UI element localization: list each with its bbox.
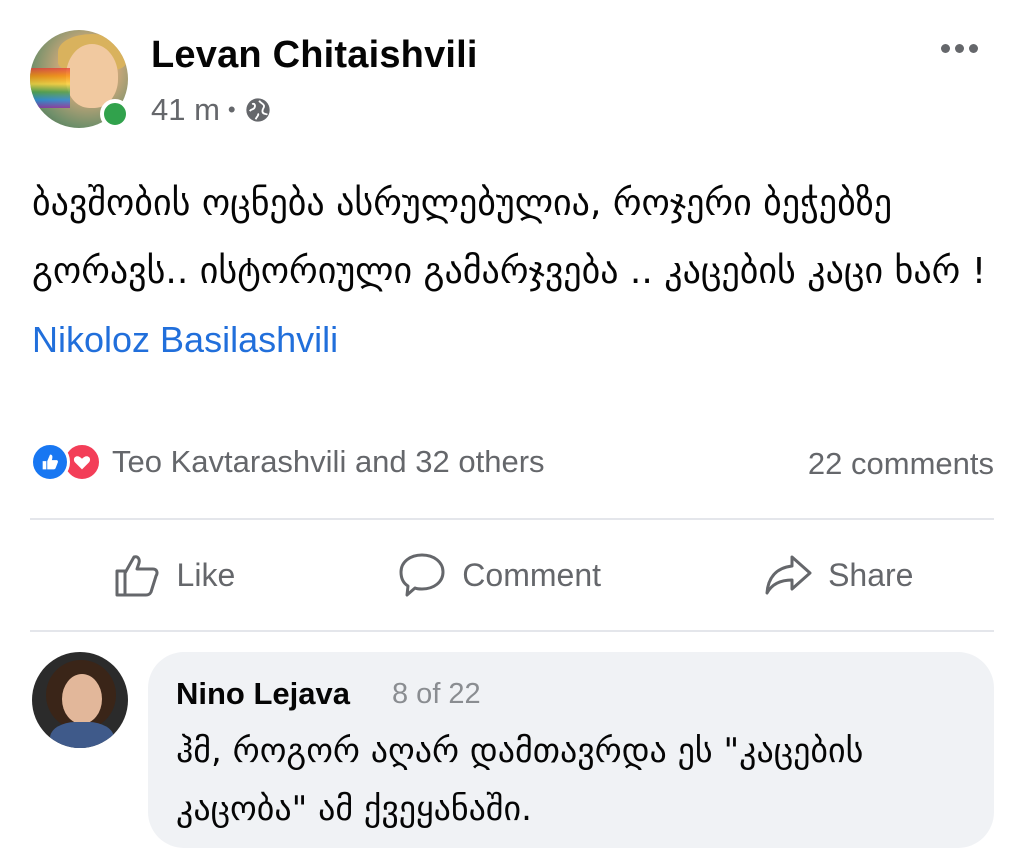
post-time[interactable]: 41 m xyxy=(151,92,220,128)
comment-bubble-icon xyxy=(399,553,445,597)
like-button[interactable]: Like xyxy=(111,549,236,601)
comment-index: 8 of 22 xyxy=(392,678,481,710)
commenter-avatar[interactable] xyxy=(32,652,128,748)
post-meta: 41 m • xyxy=(151,92,272,128)
avatar-body xyxy=(50,722,114,748)
like-reaction-icon xyxy=(30,442,70,482)
like-label: Like xyxy=(176,556,236,593)
comment-text: ჰმ, როგორ აღარ დამთავრდა ეს "კაცების კაც… xyxy=(176,731,864,829)
reactions-summary[interactable]: Teo Kavtarashvili and 32 others xyxy=(30,442,545,482)
post-author-name[interactable]: Levan Chitaishvili xyxy=(151,34,478,77)
comments-count[interactable]: 22 comments xyxy=(808,446,994,482)
comment-button[interactable]: Comment xyxy=(396,549,601,601)
comment-label: Comment xyxy=(462,556,601,593)
divider xyxy=(30,630,994,632)
thumbs-up-icon xyxy=(115,555,159,597)
globe-icon[interactable] xyxy=(244,96,272,124)
meta-separator: • xyxy=(227,97,236,122)
post-body: ბავშობის ოცნება ასრულებულია, როჯერი ბეჭე… xyxy=(32,170,992,375)
avatar-face xyxy=(62,674,102,724)
commenter-name[interactable]: Nino Lejava xyxy=(176,676,350,712)
avatar-rainbow-badge xyxy=(30,68,70,108)
more-dot xyxy=(941,44,950,53)
online-status-icon xyxy=(100,99,130,129)
comment-bubble: Nino Lejava 8 of 22 ჰმ, როგორ აღარ დამთა… xyxy=(148,652,994,848)
share-label: Share xyxy=(828,556,914,593)
mention-link[interactable]: Nikoloz Basilashvili xyxy=(32,319,338,360)
post-text: ბავშობის ოცნება ასრულებულია, როჯერი ბეჭე… xyxy=(32,183,987,292)
share-arrow-icon xyxy=(765,555,812,595)
more-options-icon[interactable] xyxy=(941,44,978,53)
avatar-face xyxy=(66,44,118,108)
reaction-summary-text[interactable]: Teo Kavtarashvili and 32 others xyxy=(112,444,545,480)
action-bar: Like Comment Share xyxy=(30,520,994,630)
more-dot xyxy=(969,44,978,53)
more-dot xyxy=(955,44,964,53)
share-button[interactable]: Share xyxy=(762,549,913,601)
facebook-post: Levan Chitaishvili 41 m • ბავშობის ოცნებ… xyxy=(0,0,1024,864)
